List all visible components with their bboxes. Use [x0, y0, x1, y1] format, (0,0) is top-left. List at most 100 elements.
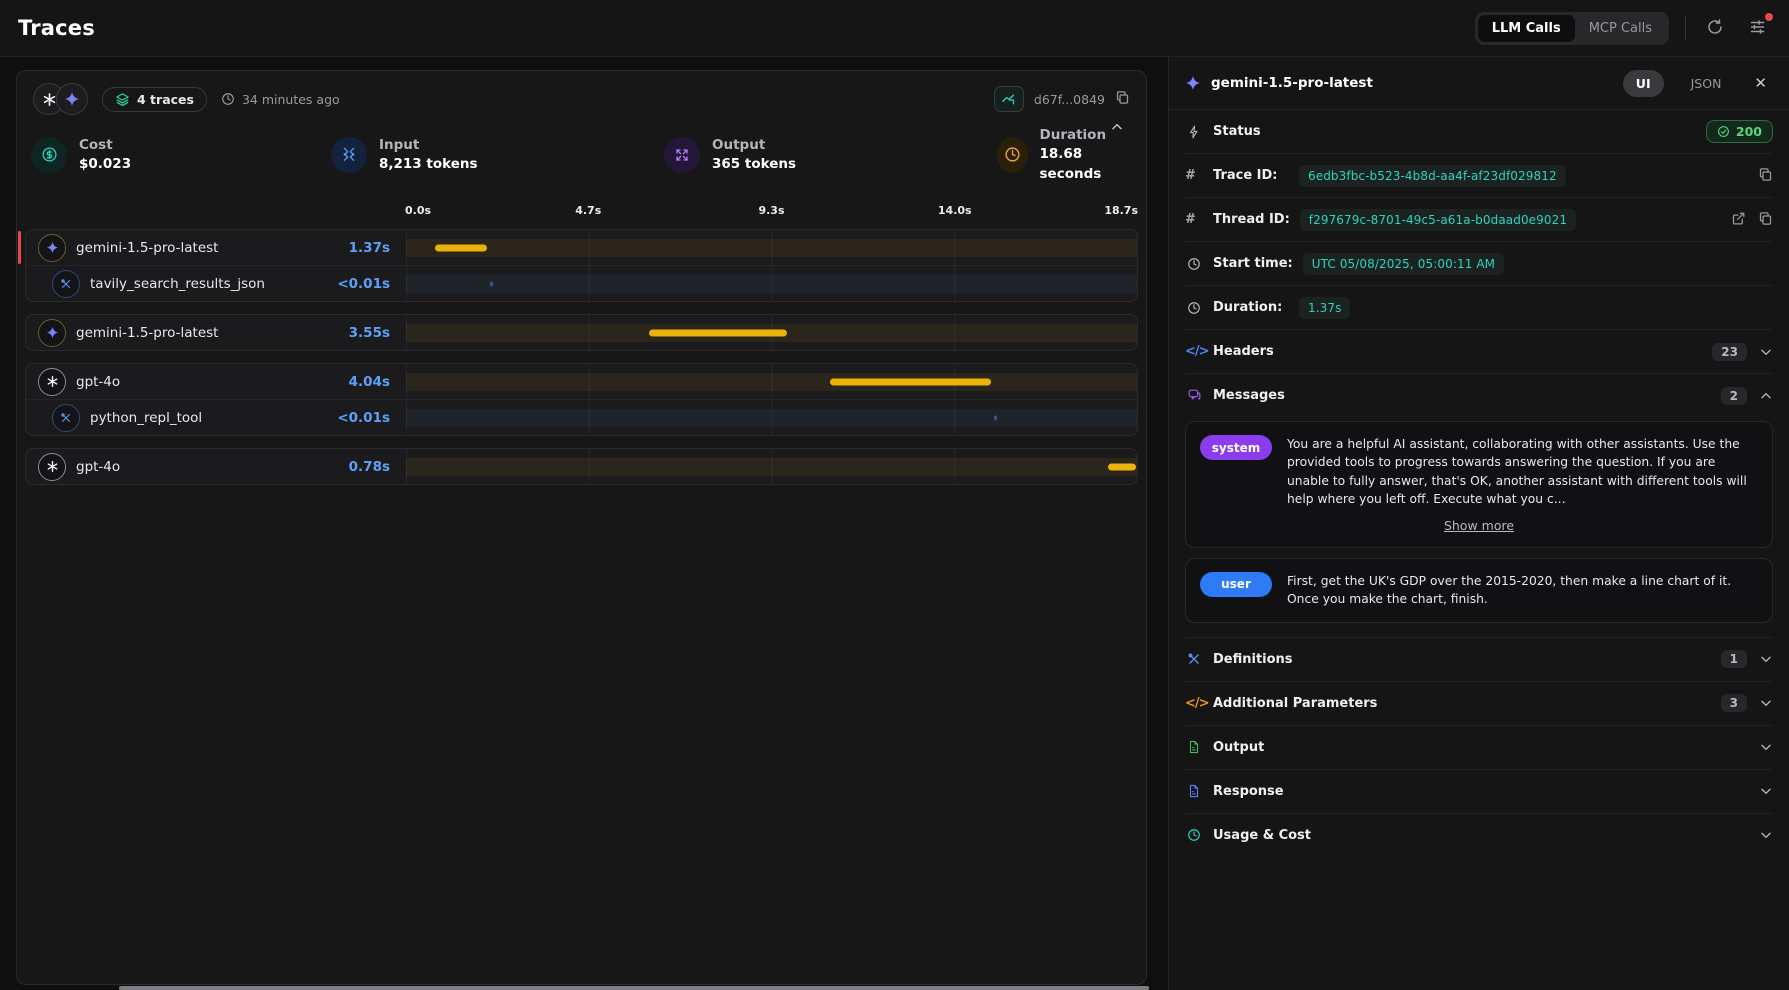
trace-row-tavily[interactable]: tavily_search_results_json <0.01s: [26, 265, 1137, 301]
clock-icon: [1185, 301, 1203, 315]
detail-header: gemini-1.5-pro-latest UI JSON ✕: [1169, 57, 1789, 110]
stat-label: Cost: [79, 135, 131, 155]
chevron-up-icon: [1110, 120, 1124, 134]
page-title: Traces: [18, 16, 95, 40]
start-time-value: UTC 05/08/2025, 05:00:11 AM: [1303, 253, 1504, 275]
field-label: Start time:: [1213, 256, 1293, 271]
message-card-system: system You are a helpful AI assistant, c…: [1185, 421, 1773, 548]
status-label: Status: [1213, 124, 1261, 139]
trace-timeline-cell: [406, 315, 1137, 350]
message-card-user: user First, get the UK's GDP over the 20…: [1185, 558, 1773, 623]
section-output[interactable]: Output: [1185, 726, 1773, 770]
tab-llm-calls[interactable]: LLM Calls: [1478, 15, 1575, 42]
section-count-badge: 23: [1712, 343, 1747, 361]
trace-timeline-cell: [406, 449, 1137, 484]
divider: [1685, 16, 1686, 40]
trace-name: gemini-1.5-pro-latest: [76, 240, 218, 256]
clock-icon: [1185, 257, 1203, 271]
tab-mcp-calls[interactable]: MCP Calls: [1575, 15, 1666, 42]
timeline-bar: [994, 415, 997, 420]
trace-row-gpt4o-2[interactable]: gpt-4o 0.78s: [26, 449, 1137, 484]
timeline-bar: [830, 378, 991, 385]
section-usage-cost[interactable]: Usage & Cost: [1185, 814, 1773, 857]
external-link-icon: [1731, 211, 1746, 226]
timeline-track: [406, 373, 1137, 391]
trace-row-gemini-2[interactable]: gemini-1.5-pro-latest 3.55s: [26, 315, 1137, 350]
duration-row: Duration: 1.37s: [1185, 286, 1773, 330]
timeline-track: [406, 275, 1137, 293]
document-icon: [1185, 784, 1203, 798]
filter-button[interactable]: [1744, 14, 1771, 43]
dollar-icon: [31, 137, 67, 173]
axis-tick: 18.7s: [1104, 204, 1138, 217]
chevron-up-icon: [1759, 389, 1773, 403]
tab-json[interactable]: JSON: [1678, 70, 1735, 97]
axis-tick: 14.0s: [938, 204, 972, 217]
trace-name: gemini-1.5-pro-latest: [76, 325, 218, 341]
open-external-button[interactable]: [1731, 211, 1746, 229]
trace-duration: 4.04s: [349, 374, 406, 390]
trace-row-gpt4o-1[interactable]: gpt-4o 4.04s: [26, 364, 1137, 399]
stat-value: $0.023: [79, 155, 131, 175]
trace-row-python-repl[interactable]: python_repl_tool <0.01s: [26, 399, 1137, 435]
stat-input: Input 8,213 tokens: [331, 125, 664, 184]
stat-value: 8,213 tokens: [379, 155, 478, 175]
code-icon: </>: [1185, 344, 1203, 359]
tab-ui[interactable]: UI: [1623, 70, 1664, 97]
trace-group: gpt-4o 4.04s python_repl_tool <0.01s: [25, 363, 1138, 436]
timeline-bar: [649, 329, 787, 336]
section-label: Output: [1213, 740, 1264, 755]
trace-duration: <0.01s: [337, 410, 406, 426]
section-label: Headers: [1213, 344, 1274, 359]
copy-icon: [1758, 167, 1773, 182]
copy-icon: [1758, 211, 1773, 226]
axis-tick: 9.3s: [758, 204, 784, 217]
collapse-summary-chevron[interactable]: [1104, 119, 1130, 138]
trace-name: gpt-4o: [76, 374, 120, 390]
trace-timeline-cell: [406, 266, 1137, 301]
refresh-button[interactable]: [1702, 14, 1728, 43]
section-label: Response: [1213, 784, 1284, 799]
section-label: Usage & Cost: [1213, 828, 1311, 843]
copy-trace-id-button[interactable]: [1115, 90, 1130, 108]
axis-tick: 0.0s: [405, 204, 431, 217]
copy-button[interactable]: [1758, 167, 1773, 185]
expand-arrows-icon: [664, 137, 700, 173]
time-ago-label: 34 minutes ago: [242, 92, 340, 107]
field-label: Duration:: [1213, 300, 1289, 315]
provider-avatars: [33, 83, 88, 115]
clock-icon: [221, 92, 235, 106]
tools-icon: [1185, 652, 1203, 666]
timeline-bar: [435, 244, 488, 251]
gemini-icon: [38, 234, 66, 262]
traces-count-badge[interactable]: 4 traces: [102, 87, 207, 112]
show-more-link[interactable]: Show more: [1438, 517, 1520, 534]
compress-arrows-icon: [331, 137, 367, 173]
copy-button[interactable]: [1758, 211, 1773, 229]
status-code: 200: [1736, 124, 1762, 139]
role-badge-user: user: [1200, 572, 1272, 597]
close-icon[interactable]: ✕: [1748, 73, 1773, 93]
trace-group: gpt-4o 0.78s: [25, 448, 1138, 485]
timeline-track: [406, 458, 1137, 476]
trace-row-gemini-1[interactable]: gemini-1.5-pro-latest 1.37s: [26, 230, 1137, 265]
thread-id-row: # Thread ID: f297679c-8701-49c5-a61a-b0d…: [1185, 198, 1773, 242]
trend-chart-button[interactable]: [994, 86, 1024, 112]
section-messages[interactable]: Messages 2: [1185, 374, 1773, 417]
trace-group: gemini-1.5-pro-latest 3.55s: [25, 314, 1138, 351]
hash-icon: #: [1185, 168, 1203, 183]
section-headers[interactable]: </> Headers 23: [1185, 330, 1773, 374]
section-label: Additional Parameters: [1213, 696, 1377, 711]
role-badge-system: system: [1200, 435, 1272, 460]
status-badge: 200: [1706, 120, 1773, 143]
trend-icon: [1001, 92, 1016, 107]
horizontal-scrollbar[interactable]: [119, 986, 1149, 990]
section-response[interactable]: Response: [1185, 770, 1773, 814]
traces-count-label: 4 traces: [137, 92, 194, 107]
section-additional-parameters[interactable]: </> Additional Parameters 3: [1185, 682, 1773, 726]
section-definitions[interactable]: Definitions 1: [1185, 637, 1773, 682]
trace-id-row: # Trace ID: 6edb3fbc-b523-4b8d-aa4f-af23…: [1185, 154, 1773, 198]
stat-cost: Cost $0.023: [31, 125, 331, 184]
openai-icon: [38, 453, 66, 481]
stat-value: 18.68 seconds: [1040, 145, 1133, 184]
